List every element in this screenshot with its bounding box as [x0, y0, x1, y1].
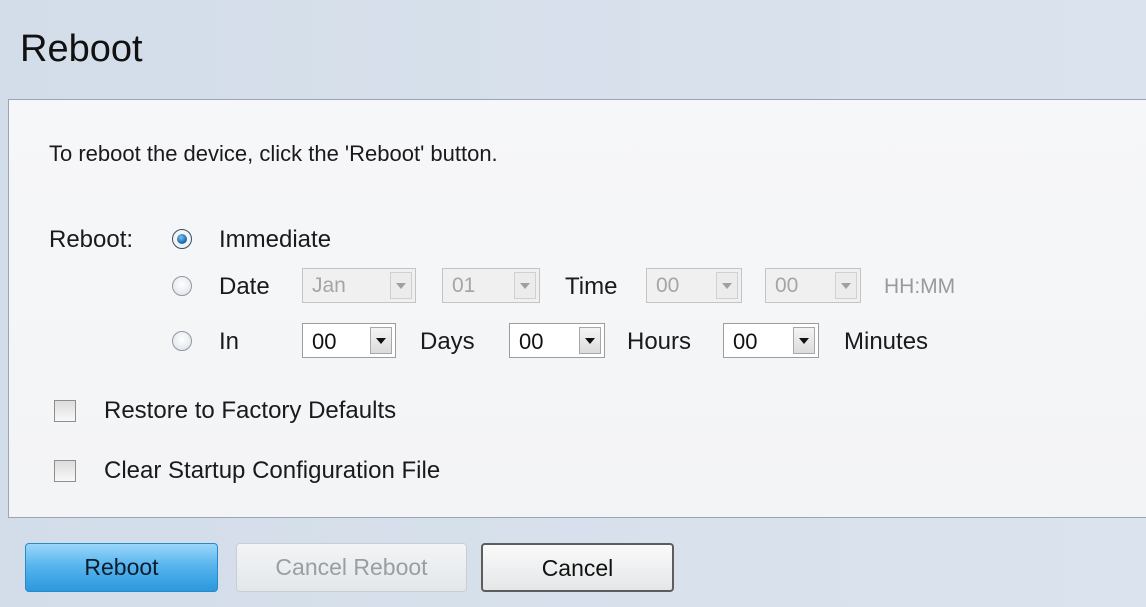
minutes-value: 00 — [733, 329, 758, 354]
immediate-label: Immediate — [219, 226, 332, 253]
restore-factory-defaults-checkbox[interactable] — [54, 400, 76, 422]
chevron-down-icon — [793, 327, 815, 354]
chevron-down-icon — [579, 327, 601, 354]
days-value: 00 — [312, 329, 337, 354]
in-label: In — [219, 328, 240, 355]
month-value: Jan — [312, 274, 346, 297]
days-select[interactable]: 00 — [302, 323, 396, 358]
date-radio[interactable] — [172, 276, 192, 296]
minutes-label: Minutes — [844, 328, 929, 355]
in-radio[interactable] — [172, 331, 192, 351]
hours-label: Hours — [627, 328, 692, 355]
minute-select[interactable]: 00 — [765, 268, 861, 303]
cancel-button[interactable]: Cancel — [481, 543, 674, 592]
date-label: Date — [219, 273, 270, 300]
intro-text: To reboot the device, click the 'Reboot'… — [49, 141, 498, 166]
minutes-select[interactable]: 00 — [723, 323, 819, 358]
immediate-radio[interactable] — [172, 229, 192, 249]
hours-select[interactable]: 00 — [509, 323, 605, 358]
hour-value: 00 — [656, 274, 680, 297]
hours-value: 00 — [519, 329, 544, 354]
hour-select[interactable]: 00 — [646, 268, 742, 303]
restore-factory-defaults-label: Restore to Factory Defaults — [104, 397, 397, 424]
chevron-down-icon — [390, 272, 412, 299]
chevron-down-icon — [716, 272, 738, 299]
chevron-down-icon — [514, 272, 536, 299]
day-value: 01 — [452, 274, 476, 297]
time-label: Time — [565, 273, 618, 300]
day-select[interactable]: 01 — [442, 268, 540, 303]
clear-startup-config-checkbox[interactable] — [54, 460, 76, 482]
clear-startup-config-label: Clear Startup Configuration File — [104, 457, 441, 484]
cancel-reboot-button[interactable]: Cancel Reboot — [236, 543, 467, 592]
days-label: Days — [420, 328, 475, 355]
minute-value: 00 — [775, 274, 799, 297]
chevron-down-icon — [835, 272, 857, 299]
time-format-hint: HH:MM — [884, 275, 956, 298]
chevron-down-icon — [370, 327, 392, 354]
reboot-button[interactable]: Reboot — [25, 543, 218, 592]
page-title: Reboot — [20, 28, 143, 70]
month-select[interactable]: Jan — [302, 268, 416, 303]
reboot-label: Reboot: — [49, 226, 134, 253]
